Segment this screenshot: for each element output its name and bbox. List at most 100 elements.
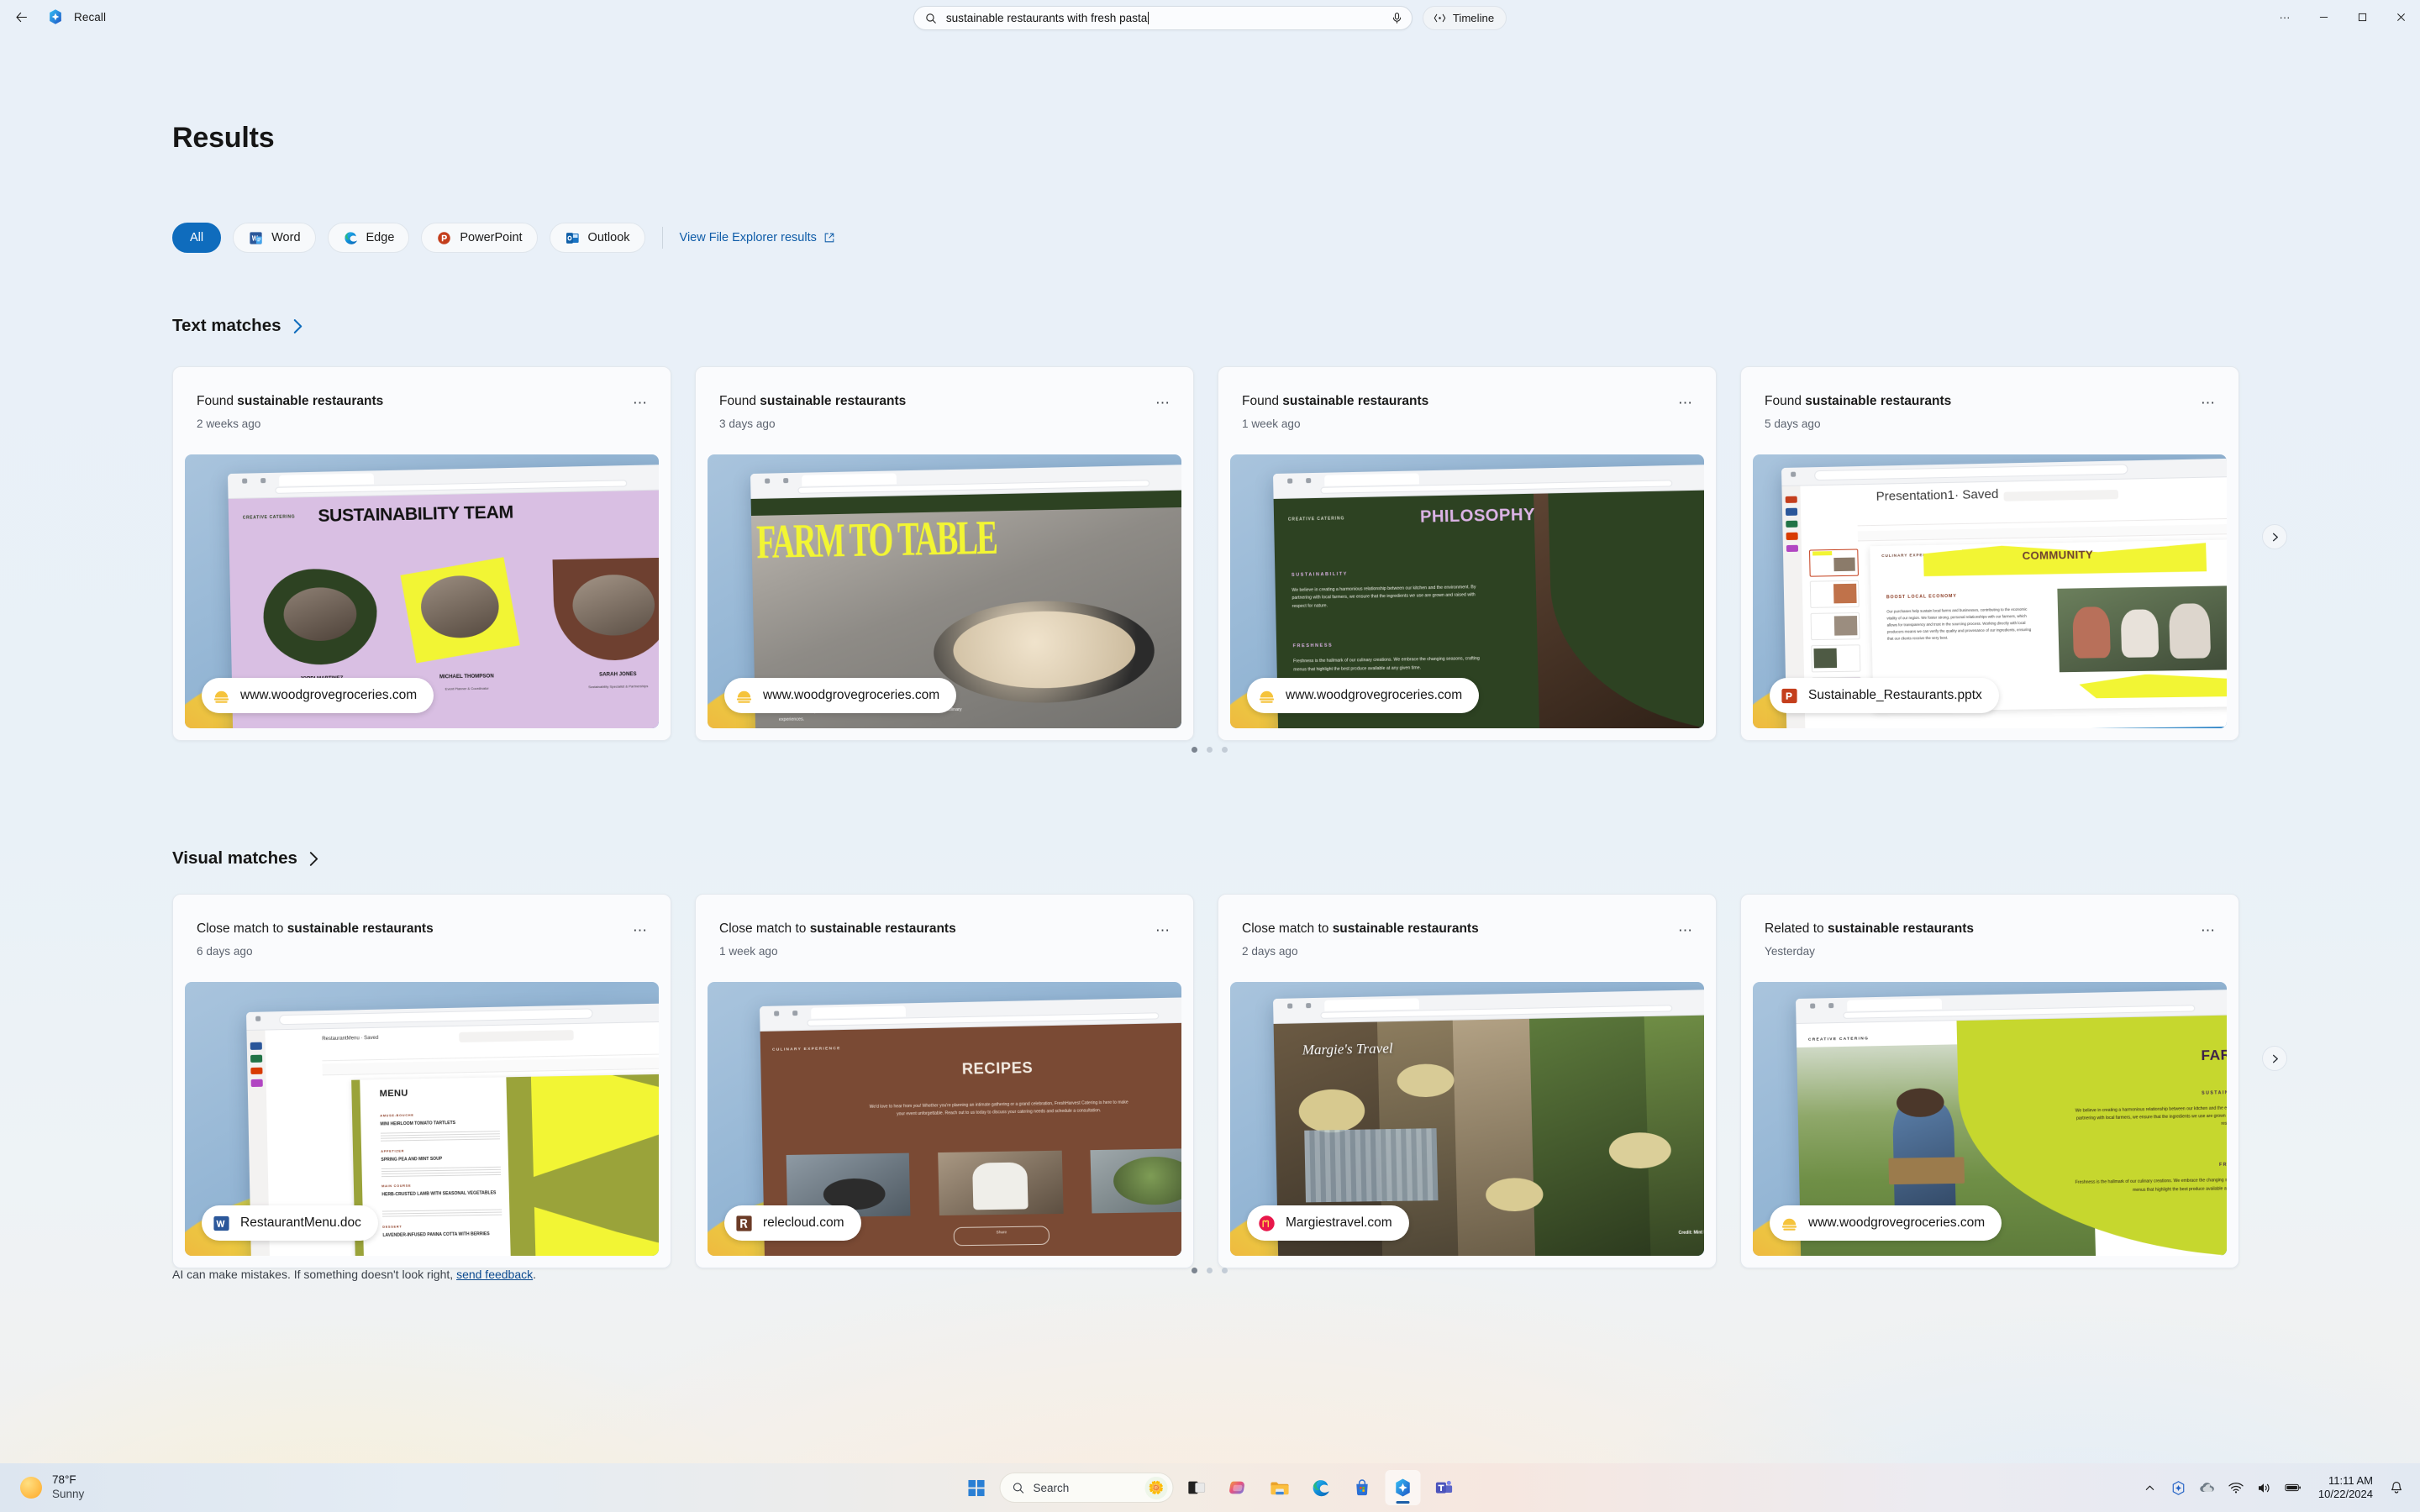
more-options-icon[interactable]: ⋯ xyxy=(629,921,652,940)
chevron-up-icon[interactable] xyxy=(2142,1479,2159,1496)
snapshot-thumbnail[interactable]: CREATIVE CATERING SUSTAINABILITY TEAM JO… xyxy=(185,454,659,728)
result-card[interactable]: Close match to sustainable restaurants 1… xyxy=(695,894,1194,1268)
word-icon xyxy=(250,231,262,244)
more-options-icon[interactable]: ⋯ xyxy=(629,394,652,412)
slide-section-label: BOOST LOCAL ECONOMY xyxy=(1886,594,1957,601)
task-view-button[interactable] xyxy=(1180,1470,1215,1505)
filter-chip-label: Edge xyxy=(366,231,395,244)
wifi-icon[interactable] xyxy=(2228,1479,2244,1496)
volume-icon[interactable] xyxy=(2256,1479,2273,1496)
powerpoint-icon xyxy=(438,231,451,244)
snapshot-thumbnail[interactable]: Margie's Travel gettyimages Credit: Mint… xyxy=(1230,982,1704,1256)
pagination-dot[interactable] xyxy=(1207,1268,1213,1273)
next-results-button[interactable] xyxy=(2262,1046,2287,1071)
slide-heading: PHILOSOPHY xyxy=(1419,505,1535,527)
source-badge[interactable]: www.woodgrovegroceries.com xyxy=(724,678,957,713)
snapshot-thumbnail[interactable]: RestaurantMenu · Saved MENU AMUSE-BOUCHE… xyxy=(185,982,659,1256)
battery-icon[interactable] xyxy=(2285,1479,2302,1496)
result-card[interactable]: Found sustainable restaurants 1 week ago… xyxy=(1218,366,1717,741)
snapshot-thumbnail[interactable]: FARM TO TABLE We believe in the power of… xyxy=(708,454,1181,728)
next-results-button[interactable] xyxy=(2262,524,2287,549)
filter-chip-outlook[interactable]: Outlook xyxy=(549,223,645,253)
powerpoint-icon xyxy=(1781,688,1797,703)
title-bar: Recall sustainable restaurants with fres… xyxy=(0,0,2420,34)
edge-button[interactable] xyxy=(1303,1470,1339,1505)
result-card[interactable]: Close match to sustainable restaurants 6… xyxy=(172,894,671,1268)
weather-widget[interactable]: 78°F Sunny xyxy=(0,1473,84,1502)
microsoft-store-button[interactable] xyxy=(1344,1470,1380,1505)
section-heading-text-matches[interactable]: Text matches xyxy=(172,316,303,336)
pagination-dot[interactable] xyxy=(1222,1268,1228,1273)
copilot-button[interactable] xyxy=(1221,1470,1256,1505)
more-options-icon[interactable]: ⋯ xyxy=(1151,394,1175,412)
source-badge[interactable]: www.woodgrovegroceries.com xyxy=(1247,678,1480,713)
more-options-icon[interactable]: ⋯ xyxy=(1674,921,1697,940)
outlook-icon xyxy=(566,232,579,244)
clock-date: 10/22/2024 xyxy=(2317,1488,2373,1500)
source-badge-label: RestaurantMenu.doc xyxy=(240,1215,361,1230)
source-badge[interactable]: relecloud.com xyxy=(724,1205,861,1241)
source-badge[interactable]: Sustainable_Restaurants.pptx xyxy=(1770,678,1999,713)
snapshot-thumbnail[interactable]: CULINARY EXPERIENCE RECIPES We'd love to… xyxy=(708,982,1181,1256)
source-badge[interactable]: www.woodgrovegroceries.com xyxy=(202,678,434,713)
source-badge[interactable]: www.woodgrovegroceries.com xyxy=(1770,1205,2002,1241)
pagination-dot[interactable] xyxy=(1192,747,1197,753)
recall-logo-icon xyxy=(1396,1478,1410,1497)
search-input[interactable]: sustainable restaurants with fresh pasta xyxy=(913,6,1413,30)
filter-chip-label: PowerPoint xyxy=(460,231,523,244)
snapshot-thumbnail[interactable]: CREATIVE CATERING PHILOSOPHY SUSTAINABIL… xyxy=(1230,454,1704,728)
recall-button[interactable] xyxy=(1385,1470,1421,1505)
send-feedback-link[interactable]: send feedback xyxy=(456,1268,533,1281)
teams-icon xyxy=(1435,1480,1453,1494)
source-badge[interactable]: RestaurantMenu.doc xyxy=(202,1205,378,1241)
result-card[interactable]: Found sustainable restaurants 2 weeks ag… xyxy=(172,366,671,741)
carousel-pagination[interactable] xyxy=(1192,1268,1228,1273)
recall-tray-icon[interactable] xyxy=(2170,1479,2187,1496)
more-options-icon[interactable]: ⋯ xyxy=(2196,921,2220,940)
view-file-explorer-results-link[interactable]: View File Explorer results xyxy=(680,231,835,244)
text-matches-row: Found sustainable restaurants 2 weeks ag… xyxy=(172,366,2239,741)
slide-section-text: Freshness is the hallmark of our culinar… xyxy=(1292,656,1480,673)
result-card[interactable]: Found sustainable restaurants 3 days ago… xyxy=(695,366,1194,741)
menu-course: MAIN COURSE xyxy=(381,1184,412,1189)
filter-chip-word[interactable]: Word xyxy=(233,223,316,253)
disclaimer-text: AI can make mistakes. If something doesn… xyxy=(172,1268,457,1281)
snapshot-thumbnail[interactable]: Presentation1· Saved CULINARY EXPERIENCE xyxy=(1753,454,2227,728)
filter-chip-all[interactable]: All xyxy=(172,223,222,253)
bell-icon[interactable] xyxy=(2388,1479,2405,1496)
carousel-pagination[interactable] xyxy=(1192,747,1228,753)
filter-chip-powerpoint[interactable]: PowerPoint xyxy=(421,223,538,253)
pagination-dot[interactable] xyxy=(1222,747,1228,753)
more-options-icon[interactable]: ⋯ xyxy=(2196,394,2220,412)
clock[interactable]: 11:11 AM 10/22/2024 xyxy=(2313,1474,2376,1502)
start-button[interactable] xyxy=(959,1470,994,1505)
result-card-timestamp: 1 week ago xyxy=(1242,417,1301,430)
source-badge[interactable]: Margiestravel.com xyxy=(1247,1205,1409,1241)
pagination-dot[interactable] xyxy=(1207,747,1213,753)
filter-chip-edge[interactable]: Edge xyxy=(327,223,410,253)
section-heading-visual-matches[interactable]: Visual matches xyxy=(172,848,319,869)
menu-item: SPRING PEA AND MINT SOUP xyxy=(381,1156,443,1163)
file-explorer-button[interactable] xyxy=(1262,1470,1297,1505)
teams-button[interactable] xyxy=(1427,1470,1462,1505)
microphone-icon[interactable] xyxy=(1391,12,1403,24)
divider xyxy=(661,227,663,249)
result-card[interactable]: Related to sustainable restaurants Yeste… xyxy=(1740,894,2239,1268)
snapshot-thumbnail[interactable]: CREATIVE CATERING FARMS SUSTAINABILITY W… xyxy=(1753,982,2227,1256)
result-card-title: Found sustainable restaurants xyxy=(1765,394,1952,408)
pagination-dot[interactable] xyxy=(1192,1268,1197,1273)
result-card-timestamp: 6 days ago xyxy=(197,944,253,958)
taskbar-search[interactable]: Search 🌼 xyxy=(999,1473,1174,1503)
timeline-button[interactable]: Timeline xyxy=(1422,6,1507,30)
slide-brand: CREATIVE CATERING xyxy=(242,513,296,521)
result-card[interactable]: Found sustainable restaurants 5 days ago… xyxy=(1740,366,2239,741)
more-options-icon[interactable]: ⋯ xyxy=(1674,394,1697,412)
slide-section-label: FRESHNESS xyxy=(2218,1162,2227,1168)
filter-chip-label: Word xyxy=(271,231,301,244)
more-options-icon[interactable]: ⋯ xyxy=(1151,921,1175,940)
cloud-icon[interactable] xyxy=(2199,1479,2216,1496)
result-card[interactable]: Close match to sustainable restaurants 2… xyxy=(1218,894,1717,1268)
page-title: Results xyxy=(172,122,275,154)
edge-icon xyxy=(1313,1479,1329,1496)
lotus-icon[interactable]: 🌼 xyxy=(1144,1476,1168,1499)
